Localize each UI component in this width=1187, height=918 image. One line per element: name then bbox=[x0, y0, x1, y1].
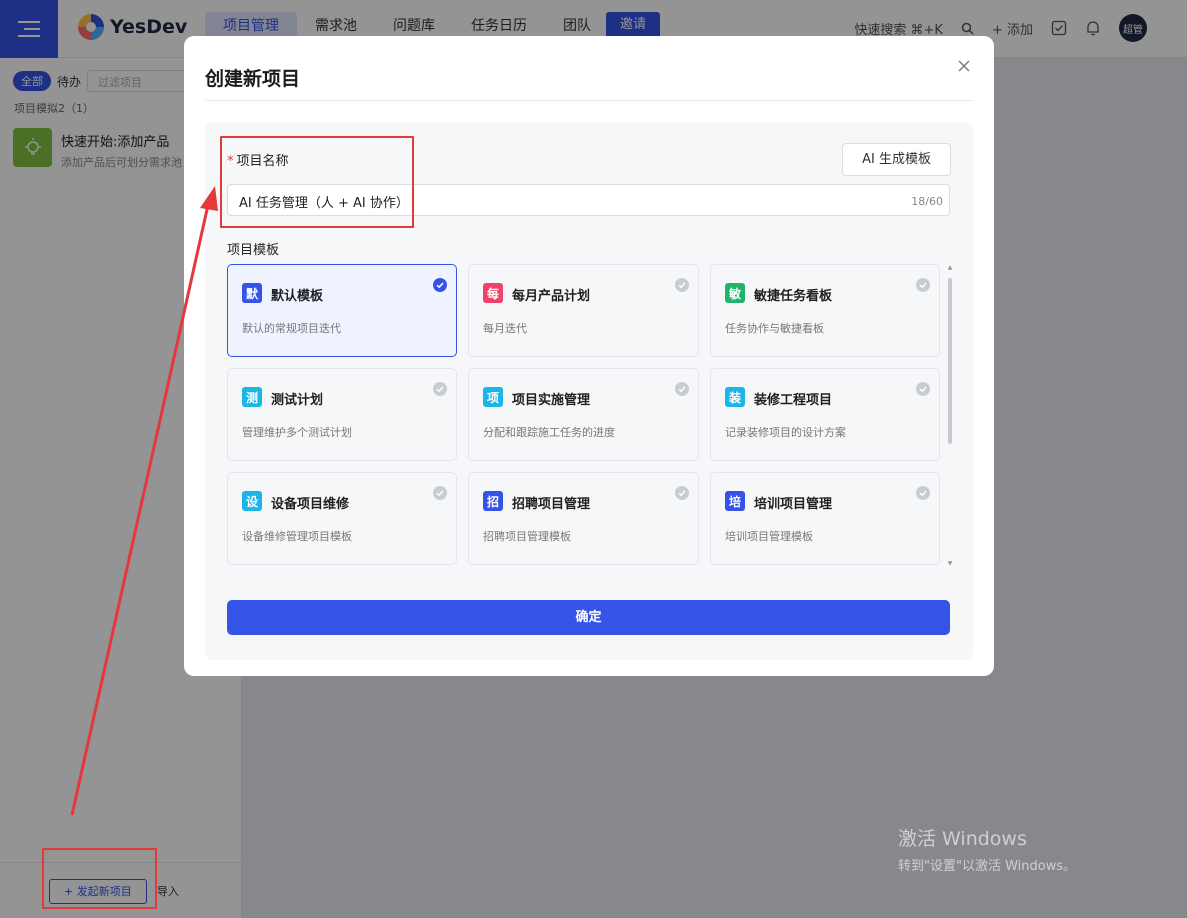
check-circle-icon bbox=[675, 278, 689, 292]
template-desc: 每月迭代 bbox=[483, 322, 527, 335]
scroll-down-icon[interactable]: ▼ bbox=[946, 560, 954, 568]
scroll-up-icon[interactable]: ▲ bbox=[946, 264, 954, 272]
template-label: 项目模板 bbox=[227, 243, 280, 258]
template-desc: 记录装修项目的设计方案 bbox=[725, 426, 846, 439]
template-card[interactable]: 项项目实施管理分配和跟踪施工任务的进度 bbox=[468, 368, 699, 461]
template-badge: 装 bbox=[725, 387, 745, 407]
windows-activation-subtitle: 转到"设置"以激活 Windows。 bbox=[898, 859, 1077, 874]
template-name: 默认模板 bbox=[271, 289, 324, 304]
template-desc: 分配和跟踪施工任务的进度 bbox=[483, 426, 615, 439]
dialog-title: 创建新项目 bbox=[205, 68, 301, 90]
template-card[interactable]: 敏敏捷任务看板任务协作与敏捷看板 bbox=[710, 264, 940, 357]
template-badge: 项 bbox=[483, 387, 503, 407]
template-card[interactable]: 装装修工程项目记录装修项目的设计方案 bbox=[710, 368, 940, 461]
windows-activation-title: 激活 Windows bbox=[898, 828, 1027, 850]
check-circle-icon bbox=[916, 486, 930, 500]
annotation-highlight-name bbox=[220, 136, 414, 228]
template-name: 招聘项目管理 bbox=[512, 497, 591, 512]
template-desc: 设备维修管理项目模板 bbox=[242, 530, 352, 543]
template-card[interactable]: 测测试计划管理维护多个测试计划 bbox=[227, 368, 457, 461]
template-badge: 设 bbox=[242, 491, 262, 511]
check-circle-icon bbox=[433, 382, 447, 396]
check-circle-icon bbox=[433, 278, 447, 292]
check-circle-icon bbox=[433, 486, 447, 500]
template-card[interactable]: 培培训项目管理培训项目管理模板 bbox=[710, 472, 940, 565]
annotation-highlight-new-project bbox=[42, 848, 157, 909]
template-desc: 招聘项目管理模板 bbox=[483, 530, 571, 543]
template-card[interactable]: 招招聘项目管理招聘项目管理模板 bbox=[468, 472, 699, 565]
template-desc: 培训项目管理模板 bbox=[725, 530, 813, 543]
template-desc: 管理维护多个测试计划 bbox=[242, 426, 352, 439]
check-circle-icon bbox=[916, 278, 930, 292]
template-name: 培训项目管理 bbox=[754, 497, 833, 512]
template-name: 装修工程项目 bbox=[754, 393, 833, 408]
template-name: 敏捷任务看板 bbox=[754, 289, 833, 304]
dialog-divider bbox=[205, 100, 973, 101]
ai-generate-template-button[interactable]: AI 生成模板 bbox=[842, 143, 951, 176]
template-grid: 默默认模板默认的常规项目迭代 每每月产品计划每月迭代 敏敏捷任务看板任务协作与敏… bbox=[227, 264, 940, 568]
close-icon[interactable] bbox=[956, 58, 972, 74]
create-project-dialog: 创建新项目 * 项目名称 AI 生成模板 AI 任务管理（人 + AI 协作） 1… bbox=[184, 36, 994, 676]
template-badge: 敏 bbox=[725, 283, 745, 303]
template-badge: 每 bbox=[483, 283, 503, 303]
template-badge: 培 bbox=[725, 491, 745, 511]
template-name: 每月产品计划 bbox=[512, 289, 591, 304]
check-circle-icon bbox=[916, 382, 930, 396]
template-badge: 默 bbox=[242, 283, 262, 303]
template-name: 项目实施管理 bbox=[512, 393, 591, 408]
template-scrollbar[interactable]: ▲ ▼ bbox=[946, 264, 954, 568]
template-card[interactable]: 默默认模板默认的常规项目迭代 bbox=[227, 264, 457, 357]
template-badge: 测 bbox=[242, 387, 262, 407]
template-desc: 默认的常规项目迭代 bbox=[242, 322, 341, 335]
scrollbar-thumb[interactable] bbox=[948, 278, 952, 444]
confirm-button[interactable]: 确定 bbox=[227, 600, 950, 635]
windows-activation-watermark: 激活 Windows 转到"设置"以激活 Windows。 bbox=[898, 824, 1076, 874]
template-name: 设备项目维修 bbox=[271, 497, 350, 512]
template-card[interactable]: 设设备项目维修设备维修管理项目模板 bbox=[227, 472, 457, 565]
template-name: 测试计划 bbox=[271, 393, 324, 408]
check-circle-icon bbox=[675, 486, 689, 500]
template-badge: 招 bbox=[483, 491, 503, 511]
char-count: 18/60 bbox=[911, 195, 943, 208]
check-circle-icon bbox=[675, 382, 689, 396]
template-card[interactable]: 每每月产品计划每月迭代 bbox=[468, 264, 699, 357]
template-desc: 任务协作与敏捷看板 bbox=[725, 322, 824, 335]
